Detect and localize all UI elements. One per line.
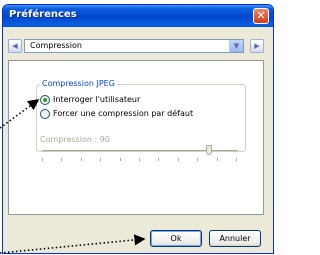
annotation-arrows bbox=[0, 99, 146, 254]
annotation-arrow-ok bbox=[0, 234, 146, 254]
annotation-arrow-radio bbox=[0, 99, 40, 129]
